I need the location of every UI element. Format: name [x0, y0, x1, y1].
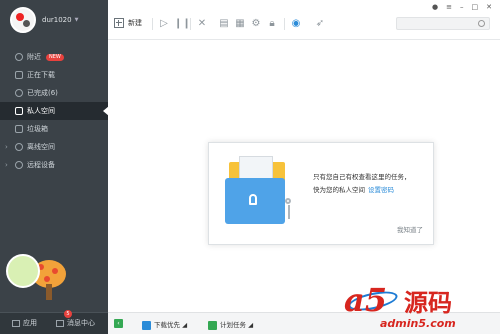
app-window: dur1020 ▼ 附近 NEW 正在下载 已完成(6) 私人空间 垃圾箱 › … [0, 0, 500, 334]
search-input[interactable] [396, 17, 490, 30]
message-icon [56, 319, 64, 327]
file-icon[interactable]: ▤ [218, 18, 230, 30]
keyhole-icon [249, 194, 257, 205]
grid-icon[interactable]: ▦ [234, 18, 246, 30]
locked-folder-icon [223, 156, 295, 230]
sidebar-item-label: 私人空间 [27, 107, 55, 115]
avatar-pattern-icon [16, 13, 24, 21]
message-count-badge: 5 [64, 310, 72, 318]
dialog-line2: 快为您的私人空间 [313, 186, 365, 194]
mascot-money-tree[interactable] [4, 246, 70, 306]
key-shaft-icon [288, 205, 290, 219]
close-icon[interactable]: ✕ [486, 3, 492, 11]
new-task-button[interactable]: 新建 [114, 16, 142, 30]
watermark-site: admin5.com [380, 317, 456, 330]
watermark-logo: a5 源码 admin5.com [344, 277, 492, 331]
message-center-button[interactable]: 消息中心 [56, 318, 95, 328]
download-priority-label: 下载优先 [154, 321, 180, 329]
user-profile[interactable]: dur1020 ▼ [10, 6, 78, 34]
play-icon[interactable]: ▷ [158, 18, 170, 30]
download-priority-icon [142, 320, 151, 330]
sidebar-item-label: 垃圾箱 [27, 125, 48, 133]
trash-icon [15, 125, 23, 133]
got-it-button[interactable]: 我知道了 [397, 224, 423, 234]
skin-icon[interactable]: ● [432, 3, 438, 11]
private-folder-icon [15, 107, 23, 115]
offline-icon [15, 143, 23, 151]
dialog-message: 只有您自己有权查看这里的任务， 快为您的私人空间 设置密码 [313, 171, 431, 197]
private-space-tip-dialog: 只有您自己有权查看这里的任务， 快为您的私人空间 设置密码 我知道了 [208, 142, 434, 245]
speed-icon[interactable]: ➶ [314, 18, 326, 30]
apps-icon [12, 319, 20, 327]
scheduled-task-toggle[interactable]: 计划任务 ◢ [208, 319, 253, 330]
window-controls: ● ≡ – □ ✕ [432, 3, 492, 11]
sidebar-item-label: 正在下载 [27, 71, 55, 79]
settings-icon[interactable]: ⚙ [250, 18, 262, 30]
download-priority-toggle[interactable]: 下载优先 ◢ [142, 319, 187, 330]
maximize-icon[interactable]: □ [472, 3, 479, 11]
divider [284, 18, 285, 30]
fruit-icon [44, 276, 50, 282]
divider [152, 18, 153, 30]
scheduled-task-label: 计划任务 [220, 321, 246, 329]
trunk-icon [46, 284, 52, 300]
username: dur1020 [42, 16, 72, 24]
sidebar-item-remote-devices[interactable]: › 远程设备 [0, 156, 108, 174]
sidebar-item-downloading[interactable]: 正在下载 [0, 66, 108, 84]
sidebar-bottom-bar: 应用 消息中心 5 [0, 310, 108, 334]
private-space-icon[interactable]: ◉ [290, 18, 302, 30]
watermark-yuanma: 源码 [404, 289, 452, 317]
lock-icon[interactable]: 🔒︎ [266, 18, 278, 30]
download-icon [15, 71, 23, 79]
toolbar: 新建 ▷ ❙❙ ✕ ▤ ▦ ⚙ 🔒︎ ◉ ➶ ● ≡ – □ ✕ [108, 0, 500, 40]
sidebar-menu: 附近 NEW 正在下载 已完成(6) 私人空间 垃圾箱 › 离线空间 › 远程设… [0, 48, 109, 174]
scheduled-task-icon [208, 320, 217, 330]
sidebar-item-label: 附近 [27, 53, 41, 61]
sidebar-item-completed[interactable]: 已完成(6) [0, 84, 108, 102]
sidebar-item-trash[interactable]: 垃圾箱 [0, 120, 108, 138]
set-password-link[interactable]: 设置密码 [368, 186, 394, 194]
check-circle-icon [15, 89, 23, 97]
sidebar-item-label: 远程设备 [27, 161, 55, 169]
dialog-line1: 只有您自己有权查看这里的任务， [313, 173, 411, 181]
apps-label: 应用 [23, 319, 37, 327]
message-center-label: 消息中心 [67, 319, 95, 327]
sidebar-item-nearby[interactable]: 附近 NEW [0, 48, 108, 66]
minimize-icon[interactable]: – [460, 3, 464, 11]
new-badge: NEW [46, 53, 64, 61]
expand-arrow-icon[interactable]: › [5, 156, 8, 174]
avatar[interactable] [10, 7, 36, 33]
main-content: 只有您自己有权查看这里的任务， 快为您的私人空间 设置密码 我知道了 [108, 41, 500, 312]
apps-button[interactable]: 应用 [12, 318, 37, 328]
plus-icon [114, 18, 124, 28]
chevron-down-icon[interactable]: ▼ [75, 17, 79, 23]
sidebar-item-private-space[interactable]: 私人空间 [0, 102, 109, 120]
sidebar-item-label: 离线空间 [27, 143, 55, 151]
new-task-label: 新建 [128, 19, 142, 27]
divider [190, 18, 191, 30]
mascot-face-icon [6, 254, 40, 288]
menu-icon[interactable]: ≡ [446, 3, 452, 11]
search-icon[interactable] [478, 20, 485, 27]
sidebar-item-label: 已完成(6) [27, 89, 58, 97]
remote-device-icon [15, 161, 23, 169]
avatar-pattern-icon-2 [23, 20, 30, 27]
sidebar: dur1020 ▼ 附近 NEW 正在下载 已完成(6) 私人空间 垃圾箱 › … [0, 0, 109, 334]
delete-icon[interactable]: ✕ [196, 18, 208, 30]
sidebar-item-offline-space[interactable]: › 离线空间 [0, 138, 108, 156]
expand-arrow-icon[interactable]: › [5, 138, 8, 156]
watermark-a5: a5 [344, 281, 387, 319]
back-button[interactable]: ‹ [114, 319, 123, 328]
key-icon [285, 198, 291, 204]
fruit-icon [52, 268, 58, 274]
pause-icon[interactable]: ❙❙ [174, 18, 191, 30]
location-icon [15, 53, 23, 61]
